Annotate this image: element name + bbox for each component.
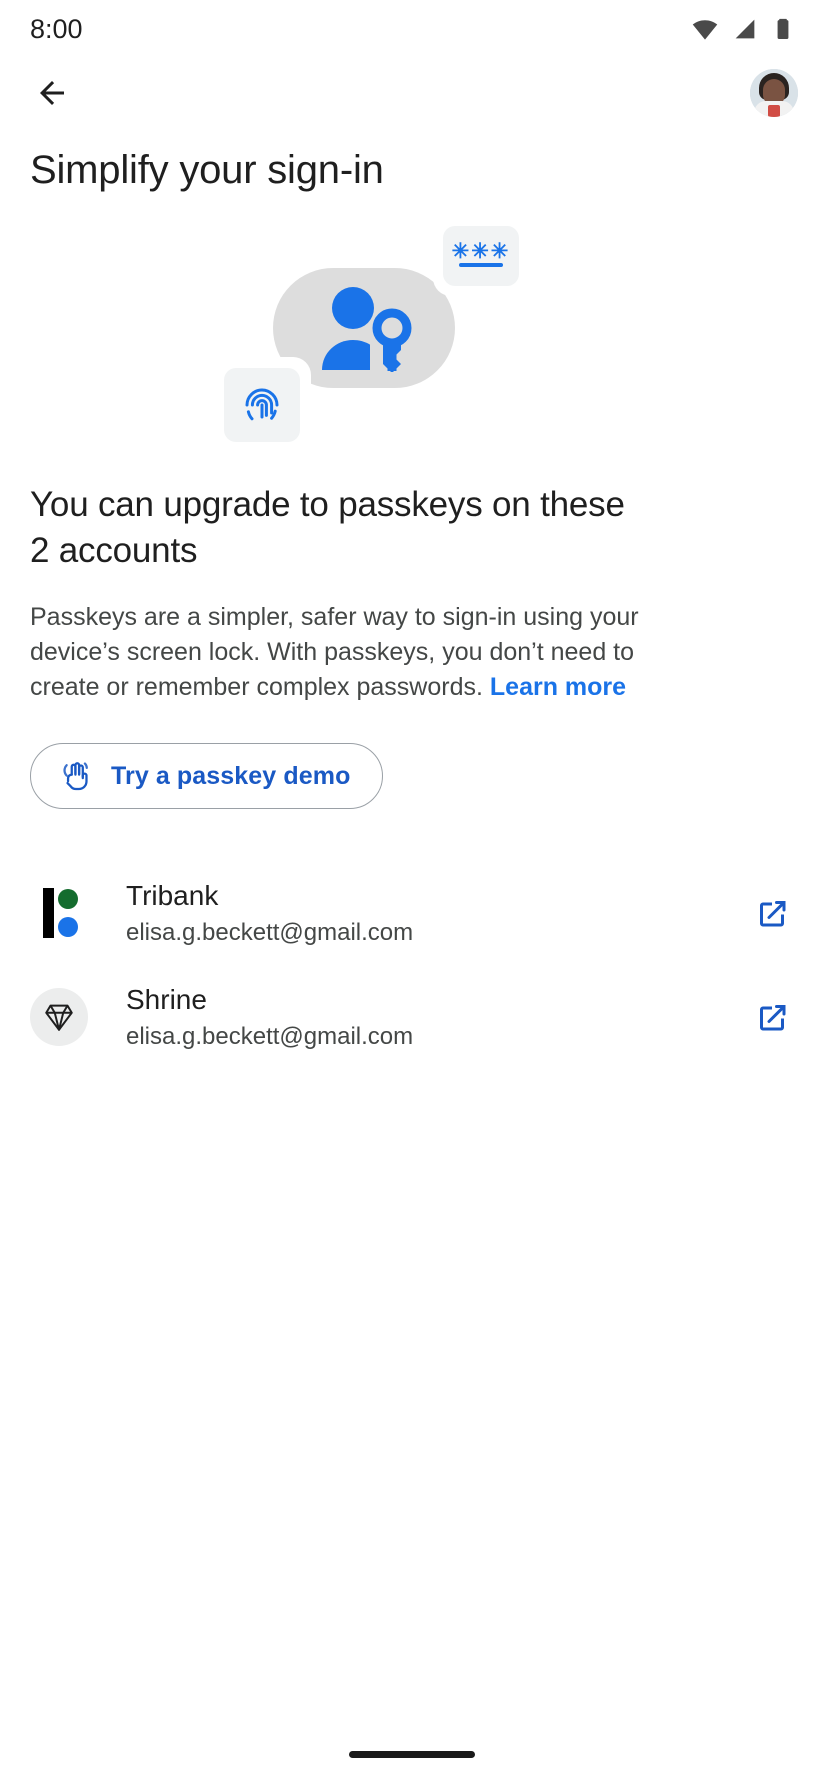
- account-name: Shrine: [126, 983, 207, 1015]
- fingerprint-card: [224, 368, 300, 442]
- person-with-key-icon: [322, 287, 412, 372]
- diamond-icon: [45, 1004, 73, 1031]
- back-button[interactable]: [28, 69, 76, 117]
- page-title: Simplify your sign-in: [30, 148, 384, 192]
- cellular-signal-icon: [735, 19, 755, 39]
- account-email: elisa.g.beckett@gmail.com: [126, 1022, 414, 1050]
- account-row-tribank[interactable]: Tribank elisa.g.beckett@gmail.com: [0, 861, 824, 965]
- fingerprint-icon: [245, 388, 279, 421]
- status-time: 8:00: [30, 13, 83, 44]
- status-icons: [690, 14, 796, 44]
- hero-inner: ✳✳✳: [218, 222, 519, 442]
- open-in-new-button-tribank[interactable]: [746, 887, 798, 939]
- demo-button-label: Try a passkey demo: [111, 761, 351, 790]
- shrine-diamond-logo: [30, 988, 88, 1046]
- body-text: Passkeys are a simpler, safer way to sig…: [0, 574, 680, 705]
- app-screen: 8:00 Simplify your sign-in ✳✳✳ You can u…: [0, 0, 824, 1784]
- status-bar: 8:00: [0, 0, 824, 58]
- shrine-circle: [30, 988, 88, 1046]
- avatar[interactable]: [750, 69, 798, 117]
- account-texts: Shrine elisa.g.beckett@gmail.com: [88, 983, 746, 1052]
- open-in-new-icon: [760, 901, 786, 927]
- tribank-blue-dot: [58, 917, 78, 937]
- password-asterisks: ✳✳✳: [451, 239, 511, 263]
- account-list: Tribank elisa.g.beckett@gmail.com Shrine…: [0, 809, 824, 1069]
- wifi-icon: [692, 20, 718, 40]
- password-card: ✳✳✳: [443, 226, 519, 286]
- password-underline: [459, 262, 503, 267]
- avatar-collar: [768, 105, 780, 117]
- account-row-shrine[interactable]: Shrine elisa.g.beckett@gmail.com: [0, 965, 824, 1069]
- hero-illustration: ✳✳✳: [0, 222, 824, 482]
- gesture-bar: [0, 1724, 824, 1784]
- account-name: Tribank: [126, 879, 219, 911]
- learn-more-link[interactable]: Learn more: [490, 673, 626, 701]
- tribank-logo: [30, 884, 88, 942]
- open-in-new-icon: [760, 1005, 786, 1031]
- account-texts: Tribank elisa.g.beckett@gmail.com: [88, 879, 746, 948]
- home-gesture-pill[interactable]: [349, 1750, 475, 1758]
- tribank-bar: [43, 888, 54, 938]
- tribank-green-dot: [58, 889, 78, 909]
- app-bar: [0, 58, 824, 128]
- touch-hand-icon: [63, 762, 88, 791]
- try-passkey-demo-button[interactable]: Try a passkey demo: [30, 743, 384, 809]
- demo-button-wrapper: Try a passkey demo: [0, 705, 824, 809]
- account-email: elisa.g.beckett@gmail.com: [126, 918, 414, 946]
- headline: You can upgrade to passkeys on these 2 a…: [30, 485, 625, 570]
- back-arrow-icon: [40, 81, 64, 105]
- open-in-new-button-shrine[interactable]: [746, 991, 798, 1043]
- tribank-mark: [37, 888, 81, 938]
- battery-icon: [777, 18, 789, 39]
